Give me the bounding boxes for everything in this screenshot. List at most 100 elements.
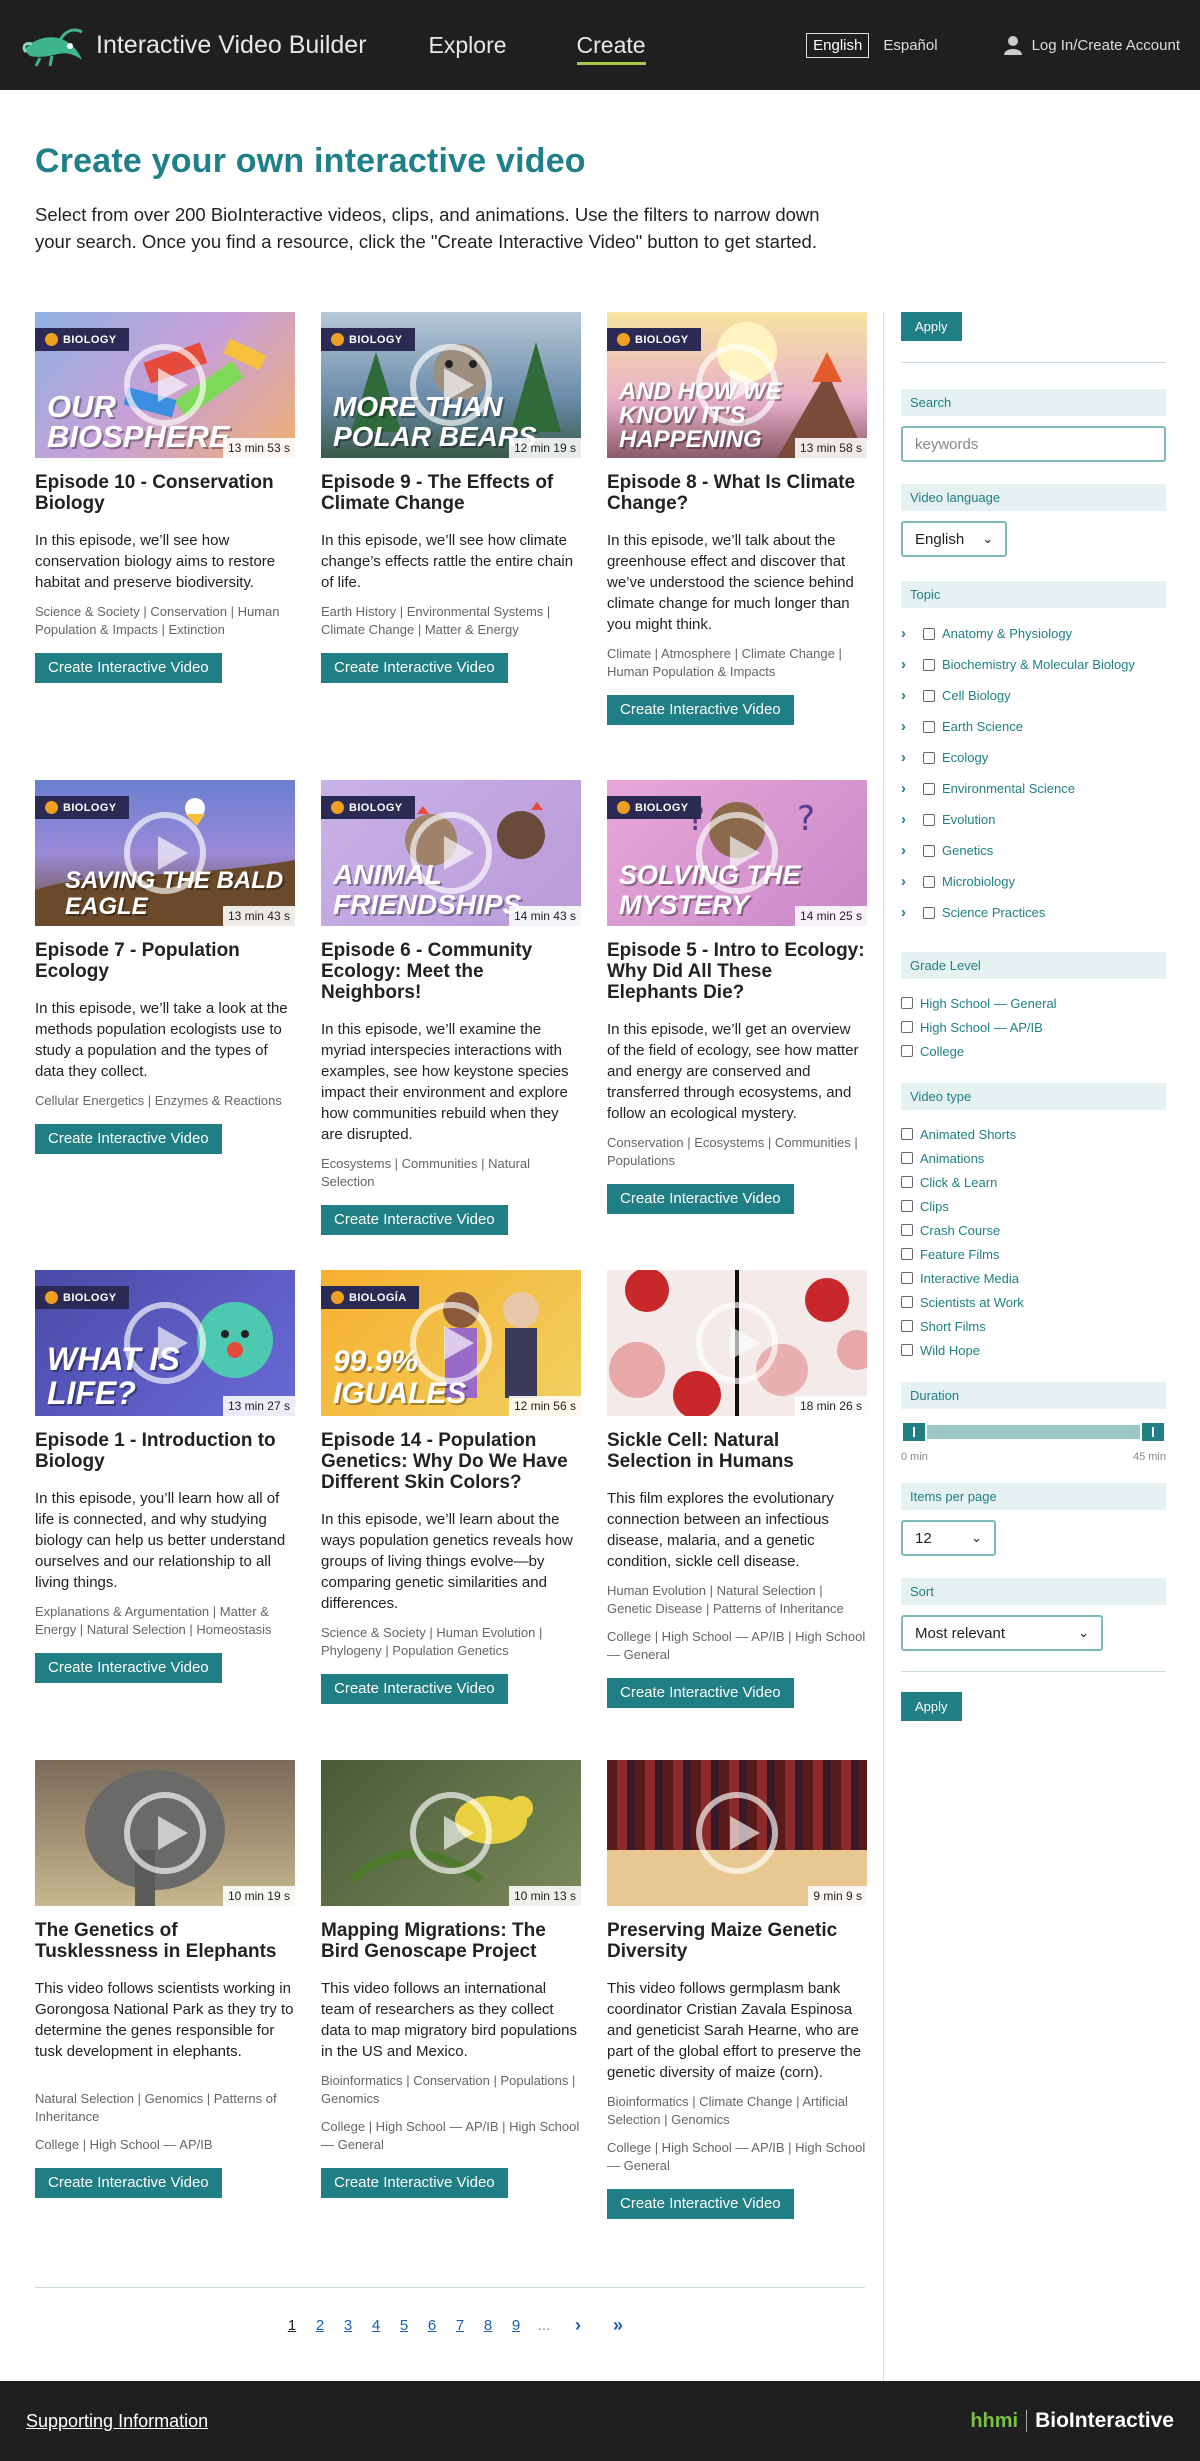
site-title[interactable]: Interactive Video Builder: [96, 31, 367, 60]
topic-item[interactable]: › Earth Science: [901, 711, 1166, 742]
page-link-current[interactable]: 1: [278, 2317, 306, 2334]
topic-item[interactable]: › Cell Biology: [901, 680, 1166, 711]
nav-explore[interactable]: Explore: [429, 32, 507, 59]
video-title[interactable]: Mapping Migrations: The Bird Genoscape P…: [321, 1920, 581, 1962]
nav-create[interactable]: Create: [576, 32, 646, 65]
topic-item[interactable]: › Environmental Science: [901, 773, 1166, 804]
video-thumbnail[interactable]: BIOLOGY WHAT IS LIFE? 13 min 27 s: [35, 1270, 295, 1416]
video-title[interactable]: Sickle Cell: Natural Selection in Humans: [607, 1430, 867, 1472]
grade-option[interactable]: High School — AP/IB: [901, 1015, 1166, 1039]
play-icon[interactable]: [410, 344, 492, 426]
per-page-select[interactable]: 12 ⌄: [901, 1520, 996, 1556]
topic-item[interactable]: › Anatomy & Physiology: [901, 618, 1166, 649]
video-thumbnail[interactable]: BIOLOGÍA 99.9% IGUALES 12 min 56 s: [321, 1270, 581, 1416]
type-option[interactable]: Wild Hope: [901, 1338, 1166, 1362]
slider-max-handle[interactable]: [1140, 1421, 1166, 1443]
lizard-logo-icon[interactable]: [20, 19, 88, 71]
video-thumbnail[interactable]: BIOLOGY MORE THAN POLAR BEARS 12 min 19 …: [321, 312, 581, 458]
create-interactive-video-button[interactable]: Create Interactive Video: [607, 1678, 794, 1708]
page-link[interactable]: 6: [418, 2317, 446, 2334]
video-title[interactable]: Episode 14 - Population Genetics: Why Do…: [321, 1430, 581, 1493]
create-interactive-video-button[interactable]: Create Interactive Video: [35, 653, 222, 683]
topic-item[interactable]: › Biochemistry & Molecular Biology: [901, 649, 1166, 680]
play-icon[interactable]: [696, 344, 778, 426]
type-option[interactable]: Animated Shorts: [901, 1122, 1166, 1146]
duration-slider[interactable]: [901, 1421, 1166, 1443]
create-interactive-video-button[interactable]: Create Interactive Video: [607, 1184, 794, 1214]
checkbox[interactable]: [923, 782, 935, 795]
type-option[interactable]: Click & Learn: [901, 1170, 1166, 1194]
create-interactive-video-button[interactable]: Create Interactive Video: [35, 2168, 222, 2198]
checkbox[interactable]: [923, 751, 935, 764]
checkbox[interactable]: [923, 689, 935, 702]
video-title[interactable]: Episode 5 - Intro to Ecology: Why Did Al…: [607, 940, 867, 1003]
video-title[interactable]: Episode 8 - What Is Climate Change?: [607, 472, 867, 514]
video-thumbnail[interactable]: ?? BIOLOGY SOLVING THE MYSTERY 14 min 25…: [607, 780, 867, 926]
create-interactive-video-button[interactable]: Create Interactive Video: [321, 2168, 508, 2198]
play-icon[interactable]: [124, 1792, 206, 1874]
last-page-icon[interactable]: »: [598, 2315, 638, 2336]
topic-item[interactable]: › Microbiology: [901, 866, 1166, 897]
topic-item[interactable]: › Genetics: [901, 835, 1166, 866]
apply-button-bottom[interactable]: Apply: [901, 1692, 962, 1721]
play-icon[interactable]: [696, 1302, 778, 1384]
create-interactive-video-button[interactable]: Create Interactive Video: [35, 1653, 222, 1683]
type-option[interactable]: Interactive Media: [901, 1266, 1166, 1290]
topic-item[interactable]: › Ecology: [901, 742, 1166, 773]
video-thumbnail[interactable]: BIOLOGY ANIMAL FRIENDSHIPS 14 min 43 s: [321, 780, 581, 926]
video-title[interactable]: Episode 1 - Introduction to Biology: [35, 1430, 295, 1472]
page-link[interactable]: 7: [446, 2317, 474, 2334]
play-icon[interactable]: [696, 1792, 778, 1874]
create-interactive-video-button[interactable]: Create Interactive Video: [607, 695, 794, 725]
search-input[interactable]: keywords: [901, 426, 1166, 462]
play-icon[interactable]: [124, 344, 206, 426]
checkbox[interactable]: [923, 627, 935, 640]
play-icon[interactable]: [410, 1302, 492, 1384]
checkbox[interactable]: [923, 720, 935, 733]
type-option[interactable]: Feature Films: [901, 1242, 1166, 1266]
video-thumbnail[interactable]: 18 min 26 s: [607, 1270, 867, 1416]
grade-option[interactable]: High School — General: [901, 991, 1166, 1015]
footer-brand-logo[interactable]: hhmi BioInteractive: [970, 2409, 1174, 2433]
type-option[interactable]: Scientists at Work: [901, 1290, 1166, 1314]
play-icon[interactable]: [696, 812, 778, 894]
video-title[interactable]: Episode 10 - Conservation Biology: [35, 472, 295, 514]
video-thumbnail[interactable]: 9 min 9 s: [607, 1760, 867, 1906]
type-option[interactable]: Animations: [901, 1146, 1166, 1170]
type-option[interactable]: Clips: [901, 1194, 1166, 1218]
video-thumbnail[interactable]: BIOLOGY AND HOW WE KNOW IT’S HAPPENING 1…: [607, 312, 867, 458]
video-title[interactable]: Episode 7 - Population Ecology: [35, 940, 295, 982]
create-interactive-video-button[interactable]: Create Interactive Video: [321, 1674, 508, 1704]
login-link[interactable]: Log In/Create Account: [1003, 35, 1180, 55]
type-option[interactable]: Crash Course: [901, 1218, 1166, 1242]
sort-select[interactable]: Most relevant ⌄: [901, 1615, 1103, 1651]
video-title[interactable]: The Genetics of Tusklessness in Elephant…: [35, 1920, 295, 1962]
play-icon[interactable]: [124, 812, 206, 894]
topic-item[interactable]: › Evolution: [901, 804, 1166, 835]
play-icon[interactable]: [124, 1302, 206, 1384]
video-thumbnail[interactable]: 10 min 13 s: [321, 1760, 581, 1906]
video-thumbnail[interactable]: BIOLOGY SAVING THE BALD EAGLE 13 min 43 …: [35, 780, 295, 926]
page-link[interactable]: 4: [362, 2317, 390, 2334]
checkbox[interactable]: [923, 813, 935, 826]
page-link[interactable]: 3: [334, 2317, 362, 2334]
checkbox[interactable]: [923, 875, 935, 888]
lang-english[interactable]: English: [806, 32, 870, 58]
checkbox[interactable]: [923, 658, 935, 671]
play-icon[interactable]: [410, 812, 492, 894]
slider-min-handle[interactable]: [901, 1421, 927, 1443]
supporting-information-link[interactable]: Supporting Information: [26, 2411, 208, 2432]
page-link[interactable]: 5: [390, 2317, 418, 2334]
checkbox[interactable]: [923, 906, 935, 919]
lang-spanish[interactable]: Español: [883, 37, 937, 54]
page-link[interactable]: 8: [474, 2317, 502, 2334]
topic-item[interactable]: › Science Practices: [901, 897, 1166, 928]
page-link[interactable]: 9: [502, 2317, 530, 2334]
create-interactive-video-button[interactable]: Create Interactive Video: [321, 1205, 508, 1235]
apply-button-top[interactable]: Apply: [901, 312, 962, 341]
next-page-icon[interactable]: ›: [558, 2315, 598, 2336]
checkbox[interactable]: [923, 844, 935, 857]
create-interactive-video-button[interactable]: Create Interactive Video: [607, 2189, 794, 2219]
video-title[interactable]: Episode 6 - Community Ecology: Meet the …: [321, 940, 581, 1003]
create-interactive-video-button[interactable]: Create Interactive Video: [35, 1124, 222, 1154]
